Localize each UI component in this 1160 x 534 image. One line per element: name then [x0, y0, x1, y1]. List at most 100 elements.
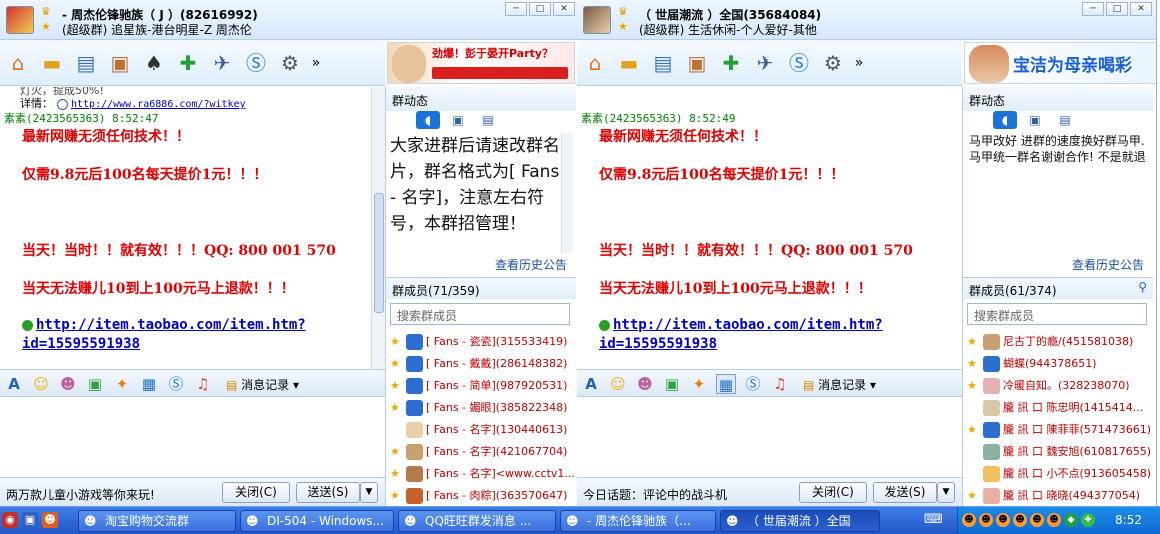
maximize-button[interactable]: □: [1106, 2, 1128, 16]
message-input[interactable]: [577, 397, 962, 477]
topic-text[interactable]: 今日话题：评论中的战斗机: [583, 486, 727, 503]
message-link[interactable]: http://item.taobao.com/item.htm?id=15595…: [22, 316, 367, 354]
folder-icon[interactable]: ▬: [38, 50, 66, 76]
member-avatar[interactable]: [983, 422, 1000, 438]
member-item[interactable]: ★ [ Fans - 名字](421067704): [386, 441, 576, 463]
more-icon[interactable]: »: [853, 50, 865, 76]
taskbar-button[interactable]: ☻ DI-504 - Windows...: [240, 510, 394, 532]
chat-window-trend-group[interactable]: ♛ ★ （ 世届潮流 ）全国(35684084) (超级群) 生活休闲-个人爱好…: [577, 0, 1157, 506]
chat-window-jay-chou-group[interactable]: ♛ ★ - 周杰伦锋驰族（ J ）(82616992) (超级群) 追星族-港台…: [0, 0, 580, 506]
qq-tray-icon[interactable]: ☻: [1047, 513, 1061, 527]
member-item[interactable]: ★ [ Fans - 肉粽](363570647): [386, 485, 576, 506]
picture-icon[interactable]: ▣: [662, 374, 682, 394]
taskbar-button[interactable]: ☻ QQ旺旺群发消息 ...: [398, 510, 556, 532]
member-avatar[interactable]: [983, 488, 1000, 504]
soso-icon[interactable]: Ⓢ: [242, 50, 270, 76]
announcement-tab[interactable]: ◖: [416, 111, 440, 129]
music-icon[interactable]: ♫: [770, 374, 790, 394]
close-button[interactable]: ✕: [1130, 2, 1152, 16]
member-item[interactable]: 朧 訊 口 小不点(913605458): [963, 463, 1153, 485]
member-item[interactable]: ★ [ Fans - 瓷瓷](315533419): [386, 331, 576, 353]
screenshot-icon[interactable]: ▦: [139, 374, 159, 394]
home-icon[interactable]: ⌂: [581, 50, 609, 76]
close-chat-button[interactable]: 关闭(C): [222, 482, 290, 503]
member-avatar[interactable]: [983, 466, 1000, 482]
announcement-tab[interactable]: ◖: [993, 111, 1017, 129]
qq-tray-icon[interactable]: ☻: [996, 513, 1010, 527]
minimize-button[interactable]: ─: [1082, 2, 1104, 16]
soso-icon[interactable]: Ⓢ: [743, 374, 763, 394]
file-tab[interactable]: ▤: [476, 111, 500, 129]
add-icon[interactable]: ✚: [717, 50, 745, 76]
desktop-icon[interactable]: ▣: [22, 512, 38, 528]
title-bar[interactable]: ♛ ★ （ 世届潮流 ）全国(35684084) (超级群) 生活休闲-个人爱好…: [577, 0, 1156, 40]
photo-tab[interactable]: ▣: [446, 111, 470, 129]
tools-icon[interactable]: ✈: [208, 50, 236, 76]
member-avatar[interactable]: [983, 356, 1000, 372]
font-icon[interactable]: A: [4, 374, 24, 394]
folder-icon[interactable]: ▬: [615, 50, 643, 76]
send-button[interactable]: 送送(S): [296, 482, 360, 503]
plus-icon[interactable]: ✚: [1081, 513, 1095, 527]
member-list[interactable]: ★ [ Fans - 瓷瓷](315533419) ★ [ Fans - 戴戴](28…: [386, 331, 576, 506]
qq-icon[interactable]: ☻: [42, 512, 58, 528]
group-avatar[interactable]: [583, 6, 611, 34]
member-avatar[interactable]: [983, 444, 1000, 460]
member-item[interactable]: ★ 冷暖自知。(328238070): [963, 375, 1153, 397]
member-item[interactable]: ★ 尼古丁的瘾/(451581038): [963, 331, 1153, 353]
chat-history[interactable]: 灯火，提成50%! 详情： http://www.ra6886.com/?wit…: [0, 87, 385, 369]
penguin-icon[interactable]: ◉: [2, 512, 18, 528]
keyboard-icon[interactable]: ⌨: [924, 512, 943, 527]
member-search-input[interactable]: 搜索群成员: [390, 303, 570, 325]
member-item[interactable]: ★ [ Fans - 戴戴](286148382): [386, 353, 576, 375]
send-options-dropdown[interactable]: ▼: [360, 482, 378, 503]
notebook-icon[interactable]: ▤: [72, 50, 100, 76]
file-tab[interactable]: ▤: [1053, 111, 1077, 129]
member-avatar[interactable]: [406, 356, 423, 372]
scroll-thumb[interactable]: [374, 193, 384, 313]
message-history-button[interactable]: ▤ 消息记录 ▾: [226, 376, 299, 393]
member-avatar[interactable]: [406, 334, 423, 350]
shake-icon[interactable]: ✦: [112, 374, 132, 394]
member-item[interactable]: [ Fans - 名字](130440613): [386, 419, 576, 441]
app-icon[interactable]: ♠: [140, 50, 168, 76]
add-icon[interactable]: ✚: [174, 50, 202, 76]
member-item[interactable]: ★ [ Fans - 名字]<www.cctv1...: [386, 463, 576, 485]
maximize-button[interactable]: □: [529, 2, 551, 16]
shield-icon[interactable]: ◆: [1064, 513, 1078, 527]
member-item[interactable]: ★ [ Fans - 简单](987920531): [386, 375, 576, 397]
more-icon[interactable]: »: [310, 50, 322, 76]
clock[interactable]: 8:52: [1115, 513, 1142, 527]
magic-emoji-icon[interactable]: ☻: [635, 374, 655, 394]
settings-icon[interactable]: ⚙: [276, 50, 304, 76]
qq-tray-icon[interactable]: ☻: [1030, 513, 1044, 527]
message-history-button[interactable]: ▤ 消息记录 ▾: [803, 376, 876, 393]
shake-icon[interactable]: ✦: [689, 374, 709, 394]
send-options-dropdown[interactable]: ▼: [937, 482, 955, 503]
title-bar[interactable]: ♛ ★ - 周杰伦锋驰族（ J ）(82616992) (超级群) 追星族-港台…: [0, 0, 579, 40]
member-item[interactable]: 朧 訊 口 陈忠明(1415414...: [963, 397, 1153, 419]
member-list[interactable]: ★ 尼古丁的瘾/(451581038) ★ 蝴蝶(944378651) ★ 冷暖自知。(3…: [963, 331, 1153, 506]
member-item[interactable]: ★ 蝴蝶(944378651): [963, 353, 1153, 375]
member-avatar[interactable]: [406, 422, 423, 438]
history-announcement-link[interactable]: 查看历史公告: [495, 256, 567, 273]
ad-banner[interactable]: 劲爆！彭于晏开Party？: [387, 42, 575, 84]
taskbar-button[interactable]: ☻ （ 世届潮流 ）全国: [720, 510, 880, 532]
font-icon[interactable]: A: [581, 374, 601, 394]
message-link[interactable]: http://item.taobao.com/item.htm?id=15595…: [599, 316, 944, 354]
soso-icon[interactable]: Ⓢ: [166, 374, 186, 394]
detail-link[interactable]: http://www.ra6886.com/?witkey: [71, 99, 246, 110]
member-search-input[interactable]: 搜索群成员: [967, 303, 1147, 325]
promo-text[interactable]: 两万款儿童小游戏等你来玩!: [6, 486, 155, 503]
emoji-icon[interactable]: ☺: [31, 374, 51, 394]
send-button[interactable]: 发送(S): [873, 482, 937, 503]
ad-banner[interactable]: 宝洁为母亲喝彩: [964, 42, 1156, 84]
member-item[interactable]: 朧 訊 口 魏安旭(610817655): [963, 441, 1153, 463]
qq-tray-icon[interactable]: ☻: [979, 513, 993, 527]
qq-tray-icon[interactable]: ☻: [962, 513, 976, 527]
magic-emoji-icon[interactable]: ☻: [58, 374, 78, 394]
soso-icon[interactable]: Ⓢ: [785, 50, 813, 76]
member-avatar[interactable]: [983, 334, 1000, 350]
tools-icon[interactable]: ✈: [751, 50, 779, 76]
member-avatar[interactable]: [406, 466, 423, 482]
